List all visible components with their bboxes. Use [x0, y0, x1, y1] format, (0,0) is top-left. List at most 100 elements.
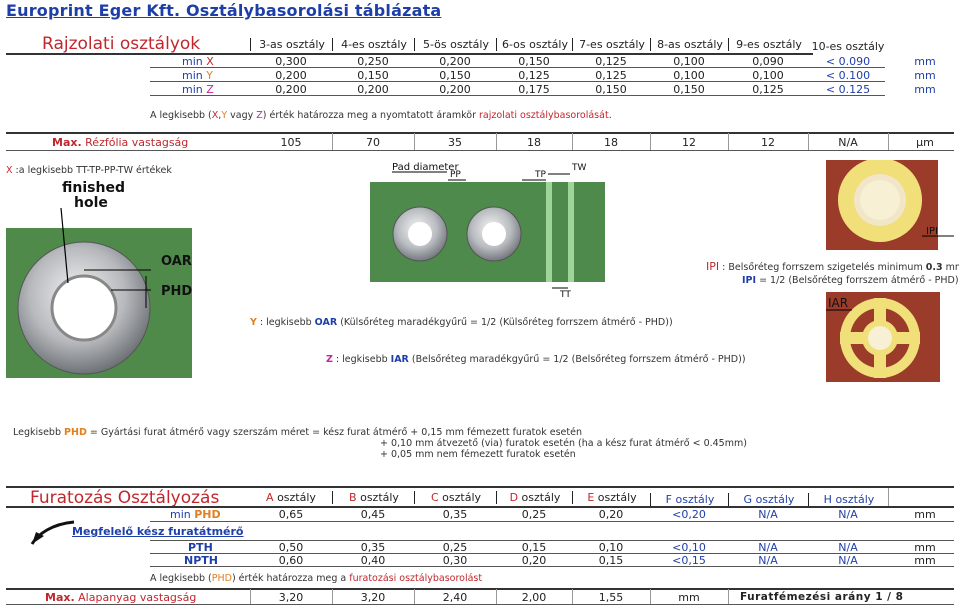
cell: 12 [682, 136, 696, 149]
row-divider [150, 521, 954, 522]
col-header: B osztály [332, 491, 415, 504]
photo-finished-hole: finished hole OAR PHD [6, 178, 192, 378]
col-header: E osztály [572, 491, 651, 504]
row-label: min PHD [170, 508, 221, 521]
col-header: C osztály [414, 491, 497, 504]
grid-line [808, 133, 809, 150]
col-header: 5-ös osztály [414, 38, 497, 51]
label-tw: TW [572, 163, 587, 173]
z-definition: Z : legkisebb IAR (Belsőréteg maradékgyű… [326, 354, 746, 365]
col-header: D osztály [496, 491, 573, 504]
cell: N/A [838, 508, 858, 521]
label-oar: OAR [161, 254, 192, 269]
rezfolia-rule-top [6, 132, 954, 134]
cell: 35 [448, 136, 462, 149]
ratio-label: Furatfémezési arány 1 / 8 [740, 591, 904, 603]
alapanyag-rule-bottom [6, 604, 954, 605]
cell: N/A [758, 508, 778, 521]
phd-note-line1: Legkisebb PHD = Gyártási furat átmérő va… [13, 427, 582, 438]
col-header: 6-os osztály [496, 38, 573, 51]
grid-line [572, 133, 573, 150]
rajzolati-note: A legkisebb (X,Y vagy Z) érték határozza… [150, 110, 612, 121]
cell: 2,00 [521, 591, 547, 604]
pads-illustration [370, 171, 605, 289]
label-finished: finished [62, 180, 125, 196]
cell: 1,55 [598, 591, 624, 604]
unit: mm [914, 508, 936, 521]
col-header: A osztály [266, 491, 316, 504]
cell: 2,40 [442, 591, 468, 604]
cell: 0,25 [521, 508, 547, 521]
grid-line [496, 133, 497, 150]
unit: mm [914, 83, 936, 96]
photo-pads: Pad diameter PP TP TW TT [370, 160, 605, 300]
label-tp: TP [535, 170, 546, 180]
grid-line [332, 589, 333, 604]
col-header: 4-es osztály [332, 38, 415, 51]
phd-note-line2: + 0,10 mm átvezető (via) furatok esetén … [380, 438, 747, 449]
label-ipi-photo: IPI [926, 226, 938, 237]
label-hole: hole [74, 195, 108, 211]
cell: 70 [366, 136, 380, 149]
grid-line [728, 589, 729, 604]
grid-line [888, 488, 889, 506]
grid-line [650, 589, 651, 604]
photo-ipi: IPI [826, 160, 954, 250]
cell: 18 [604, 136, 618, 149]
rajzolati-heading: Rajzolati osztályok [42, 34, 201, 54]
grid-line [572, 589, 573, 604]
alapanyag-label: Max. Alapanyag vastagság [45, 591, 197, 604]
furatozas-note: A legkisebb (PHD) érték határozza meg a … [150, 573, 483, 584]
cell: 0,45 [360, 508, 386, 521]
label-phd: PHD [161, 284, 192, 299]
cell: 105 [280, 136, 302, 149]
col-header: 3-as osztály [250, 38, 333, 51]
cell: 0,35 [442, 508, 468, 521]
grid-line [728, 133, 729, 150]
label-pp: PP [450, 170, 461, 180]
col-header: 7-es osztály [572, 38, 651, 51]
page-title: Europrint Eger Kft. Osztálybasorolási tá… [6, 1, 442, 20]
cell: <0,20 [672, 508, 706, 521]
col-header: 8-as osztály [650, 38, 729, 51]
grid-line [332, 133, 333, 150]
x-definition: X :a legkisebb TT-TP-PP-TW értékek [6, 165, 172, 176]
rezfolia-rule-bottom [6, 150, 954, 151]
arrow-label: Megfelelő kész furatátmérő [72, 525, 244, 538]
grid-line [414, 133, 415, 150]
curved-arrow-icon [30, 520, 75, 545]
cell: 12 [761, 136, 775, 149]
row-divider [150, 67, 885, 68]
col-header: G osztály [728, 493, 809, 506]
grid-line [414, 589, 415, 604]
label-pad-diameter: Pad diameter [392, 162, 459, 173]
unit: mm [914, 69, 936, 82]
cell: 0,20 [598, 508, 624, 521]
cell: N/A [838, 136, 858, 149]
grid-line [650, 133, 651, 150]
cell: 3,20 [278, 591, 304, 604]
label-iar-photo: IAR [828, 296, 849, 310]
alapanyag-rule-top [6, 588, 954, 590]
row-divider [150, 566, 954, 567]
furatozas-heading: Furatozás Osztályozás [30, 488, 220, 508]
ipi-formula: IPI = 1/2 (Belsőréteg forrszem átmérő - … [742, 275, 959, 286]
unit: mm [678, 591, 700, 604]
col-header: H osztály [808, 493, 889, 506]
col-header: 9-es osztály [728, 38, 809, 51]
grid-line [250, 589, 251, 604]
cell: 18 [527, 136, 541, 149]
photo-iar: IAR [826, 292, 954, 382]
ipi-definition: IPI : Belsőréteg forrszem szigetelés min… [706, 260, 959, 273]
row-divider [150, 95, 885, 96]
grid-line [496, 589, 497, 604]
y-definition: Y : legkisebb OAR (Külsőréteg maradékgyű… [250, 317, 673, 328]
label-tt: TT [560, 290, 571, 300]
cell: 3,20 [360, 591, 386, 604]
col-header: F osztály [650, 493, 729, 506]
col-header: 10-es osztály [811, 40, 885, 53]
row-divider [150, 81, 885, 82]
rezfolia-label: Max. Rézfólia vastagság [52, 136, 189, 149]
unit: mm [914, 55, 936, 68]
unit: µm [916, 136, 934, 149]
